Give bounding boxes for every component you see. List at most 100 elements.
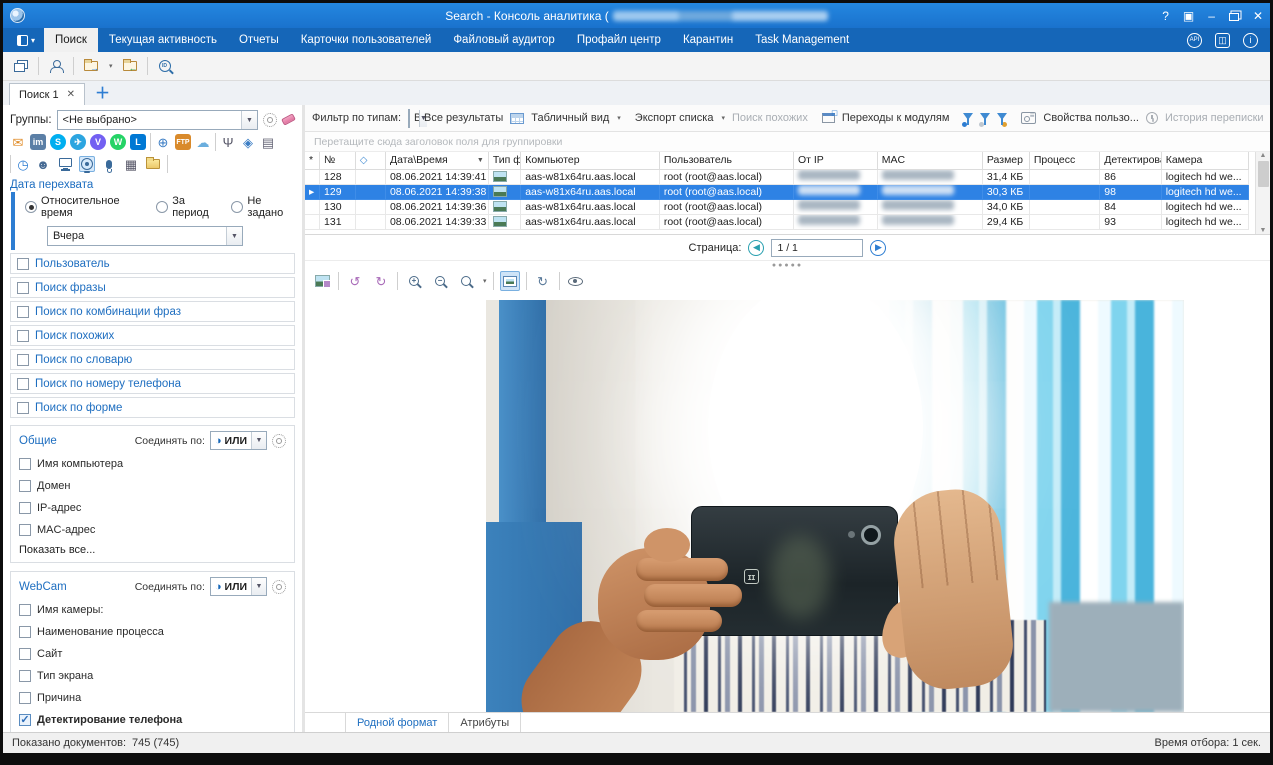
lync-icon[interactable]: L <box>130 134 146 150</box>
groups-combobox[interactable]: <Не выбрано> ▼ <box>57 110 258 130</box>
webcam-process-name[interactable]: Наименование процесса <box>19 623 286 640</box>
grid-scrollbar[interactable]: ▲ ▼ <box>1255 152 1270 234</box>
api-icon[interactable]: API <box>1187 33 1202 48</box>
add-tab-button[interactable]: ＋ <box>91 82 114 105</box>
screen-button[interactable]: ▣ <box>1183 10 1194 22</box>
group-by-hint[interactable]: Перетащите сюда заголовок поля для групп… <box>305 132 1270 152</box>
header-datetime[interactable]: Дата\Время▼ <box>385 152 488 169</box>
webcam-reason[interactable]: Причина <box>19 689 286 706</box>
clear-groups-eraser-icon[interactable] <box>281 113 296 125</box>
devices-icon[interactable]: ◈ <box>240 136 256 149</box>
filter-phrase[interactable]: Поиск фразы <box>10 277 295 298</box>
ftp-icon[interactable]: FTP <box>175 134 191 150</box>
header-computer[interactable]: Компьютер <box>521 152 660 169</box>
checkbox-icon[interactable] <box>17 378 29 390</box>
webcam-join-combobox[interactable]: ◑ ИЛИ ▼ <box>210 577 267 596</box>
modules-cube-icon[interactable]: ◫ <box>1215 33 1230 48</box>
type-filter-combobox[interactable]: Все результаты ▼ <box>408 109 410 128</box>
tab-poisk-1[interactable]: Поиск 1 ✕ <box>9 83 85 105</box>
filter-phrase-combination[interactable]: Поиск по комбинации фраз <box>10 301 295 322</box>
checkbox-icon[interactable] <box>17 330 29 342</box>
menu-item-profile-center[interactable]: Профайл центр <box>566 28 672 52</box>
minimize-button[interactable]: – <box>1208 10 1215 22</box>
splitter-handle[interactable]: ●●●●● <box>305 261 1270 269</box>
export-list-button[interactable]: Экспорт списка <box>635 112 714 124</box>
relative-time-combobox[interactable]: Вчера ▼ <box>47 226 243 246</box>
user-search-icon[interactable] <box>46 56 66 76</box>
common-join-combobox[interactable]: ◑ ИЛИ ▼ <box>210 431 267 450</box>
common-ip-address[interactable]: IP-адрес <box>19 499 286 516</box>
import-search-icon[interactable] <box>120 56 140 76</box>
show-all-link[interactable]: Показать все... <box>19 543 286 556</box>
table-row[interactable]: 130 08.06.2021 14:39:36 aas-w81x64ru.aas… <box>305 199 1249 214</box>
eye-icon[interactable] <box>566 271 586 291</box>
header-num[interactable]: № <box>320 152 356 169</box>
checkbox-icon[interactable] <box>17 402 29 414</box>
table-row-selected[interactable]: ▸ 129 08.06.2021 14:39:38 aas-w81x64ru.a… <box>305 184 1249 199</box>
filter-by-user-funnel-icon[interactable] <box>963 113 973 120</box>
webcam-settings-gear-icon[interactable] <box>272 580 286 594</box>
checkbox-icon[interactable] <box>17 282 29 294</box>
tab-attributes[interactable]: Атрибуты <box>449 713 521 732</box>
keyboard-icon[interactable]: ▦ <box>123 158 139 171</box>
webcam-phone-detection[interactable]: Детектирование телефона <box>19 711 286 728</box>
zoom-in-icon[interactable]: + <box>404 271 424 291</box>
menu-item-file-auditor[interactable]: Файловый аудитор <box>442 28 566 52</box>
webcam-site[interactable]: Сайт <box>19 645 286 662</box>
header-size[interactable]: Размер <box>982 152 1029 169</box>
filter-similar[interactable]: Поиск похожих <box>10 325 295 346</box>
user-properties-button[interactable]: Свойства пользо... <box>1043 112 1139 124</box>
filter-phone-number[interactable]: Поиск по номеру телефона <box>10 373 295 394</box>
header-camera[interactable]: Камера <box>1161 152 1248 169</box>
time-tracking-icon[interactable]: ◷ <box>15 158 31 171</box>
checkbox-icon[interactable] <box>19 626 31 638</box>
header-mac[interactable]: MAC <box>877 152 982 169</box>
radio-period[interactable]: За период <box>156 195 219 219</box>
checkbox-icon[interactable] <box>19 692 31 704</box>
chevron-down-icon[interactable]: ▾ <box>721 114 725 122</box>
fit-to-window-icon[interactable] <box>500 271 520 291</box>
menu-item-quarantine[interactable]: Карантин <box>672 28 744 52</box>
clear-filter-funnel-icon[interactable] <box>980 113 990 120</box>
header-filetype[interactable]: Тип фа <box>488 152 520 169</box>
scroll-up-icon[interactable]: ▲ <box>1260 152 1267 159</box>
export-search-icon[interactable] <box>81 56 101 76</box>
chevron-down-icon[interactable]: ▾ <box>109 62 113 70</box>
whatsapp-icon[interactable]: W <box>110 134 126 150</box>
menu-item-current-activity[interactable]: Текущая активность <box>98 28 228 52</box>
view-mode-button[interactable]: Табличный вид <box>531 112 609 124</box>
scrollbar-thumb[interactable] <box>1258 161 1269 187</box>
chevron-down-icon[interactable]: ▾ <box>483 277 487 285</box>
radio-relative-time[interactable]: Относительное время <box>25 195 144 219</box>
save-image-icon[interactable] <box>312 271 332 291</box>
prev-page-button[interactable]: ◀ <box>748 240 764 256</box>
header-user[interactable]: Пользователь <box>659 152 793 169</box>
checkbox-icon[interactable] <box>19 648 31 660</box>
user-activity-icon[interactable]: ☻ <box>35 158 51 171</box>
next-page-button[interactable]: ▶ <box>870 240 886 256</box>
webcam-camera-name[interactable]: Имя камеры: <box>19 601 286 618</box>
checkbox-icon[interactable] <box>19 480 31 492</box>
rotate-left-icon[interactable]: ↺ <box>345 271 365 291</box>
usb-icon[interactable]: Ψ <box>220 136 236 149</box>
page-input[interactable]: 1 / 1 <box>771 239 863 257</box>
telegram-icon[interactable]: ✈ <box>70 134 86 150</box>
checkbox-icon[interactable] <box>19 670 31 682</box>
webcam-screen-type[interactable]: Тип экрана <box>19 667 286 684</box>
rotate-right-icon[interactable]: ↻ <box>371 271 391 291</box>
help-button[interactable]: ? <box>1162 10 1169 22</box>
checkbox-icon[interactable] <box>19 524 31 536</box>
filter-dictionary[interactable]: Поиск по словарю <box>10 349 295 370</box>
all-results-button[interactable]: Все результаты <box>424 112 503 124</box>
app-menu-button[interactable]: ▾ <box>8 28 44 52</box>
header-indicator[interactable]: * <box>305 152 320 169</box>
close-tab-icon[interactable]: ✕ <box>67 89 75 100</box>
header-from-ip[interactable]: От IP <box>793 152 877 169</box>
groups-settings-gear-icon[interactable] <box>263 113 277 127</box>
checkbox-icon[interactable] <box>19 604 31 616</box>
search-by-id-icon[interactable]: ID <box>155 56 175 76</box>
skype-icon[interactable]: S <box>50 134 66 150</box>
header-process[interactable]: Процесс <box>1029 152 1099 169</box>
common-mac-address[interactable]: MAC-адрес <box>19 521 286 538</box>
header-tag[interactable]: ◇ <box>355 152 385 169</box>
